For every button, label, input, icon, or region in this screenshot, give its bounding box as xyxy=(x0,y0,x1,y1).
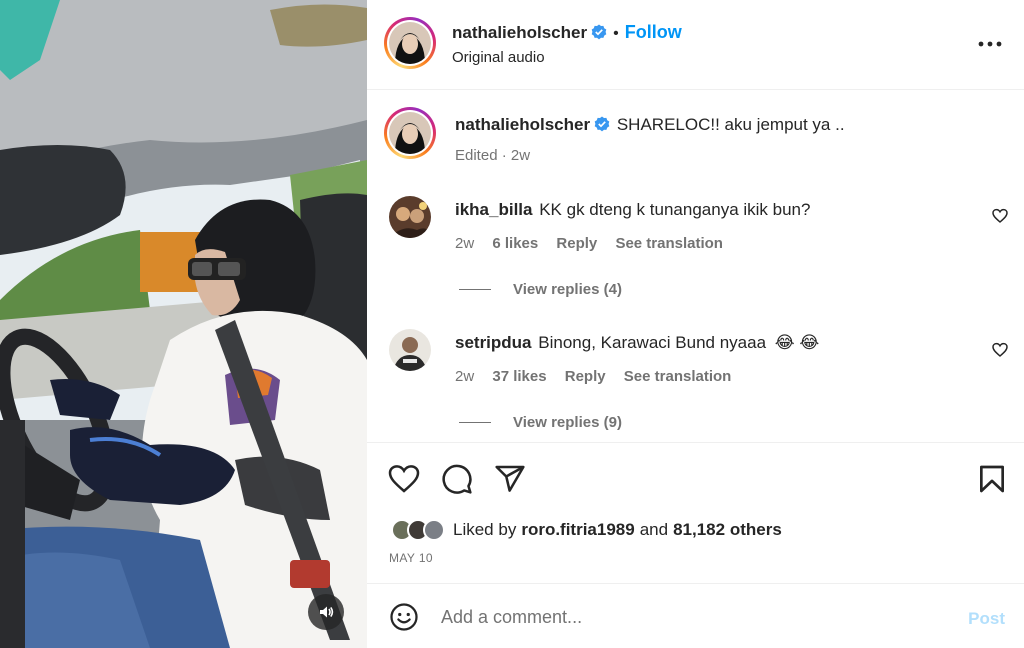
liked-by-others[interactable]: 81,182 others xyxy=(673,520,782,540)
author-avatar-image xyxy=(389,22,431,64)
comment-text: Binong, Karawaci Bund nyaaa xyxy=(538,333,767,352)
more-options-icon[interactable] xyxy=(978,35,1002,53)
author-username[interactable]: nathalieholscher xyxy=(452,23,587,42)
see-translation-link[interactable]: See translation xyxy=(624,368,732,385)
post-panel: nathalieholscher • Follow Original audio xyxy=(367,0,1024,648)
commenter-avatar[interactable] xyxy=(389,196,431,238)
see-translation-link[interactable]: See translation xyxy=(615,235,723,252)
commenter-avatar[interactable] xyxy=(389,329,431,371)
liked-by-user[interactable]: roro.fitria1989 xyxy=(521,520,634,540)
emoji-icon[interactable] xyxy=(389,602,419,632)
comment-username[interactable]: ikha_billa xyxy=(455,200,532,219)
comment-composer: Post xyxy=(367,583,1024,648)
author-avatar[interactable] xyxy=(384,17,436,69)
comment-meta: 2w 37 likes Reply See translation xyxy=(455,368,731,385)
liked-by-prefix: Liked by xyxy=(453,520,517,539)
post-header: nathalieholscher • Follow Original audio xyxy=(367,0,1024,90)
comment-meta: 2w 6 likes Reply See translation xyxy=(455,235,723,252)
caption-dot: · xyxy=(501,147,507,164)
share-icon[interactable] xyxy=(494,463,526,495)
caption-avatar-image xyxy=(389,112,431,154)
caption-avatar[interactable] xyxy=(384,107,436,159)
replies-line xyxy=(459,422,491,423)
liker-avatar xyxy=(423,519,445,541)
liker-avatars[interactable] xyxy=(391,519,445,541)
caption-username[interactable]: nathalieholscher xyxy=(455,115,590,134)
comment-likes[interactable]: 37 likes xyxy=(492,368,546,385)
view-replies-button[interactable]: View replies (4) xyxy=(459,281,622,298)
commenter-avatar-image xyxy=(389,196,431,238)
post-comment-button[interactable]: Post xyxy=(968,609,1005,629)
caption-time[interactable]: 2w xyxy=(511,147,530,164)
verified-badge-icon xyxy=(594,116,610,132)
mute-button[interactable] xyxy=(308,594,344,630)
liked-by: Liked by roro.fitria1989 and 81,182 othe… xyxy=(391,519,782,541)
comment-input[interactable] xyxy=(441,604,921,630)
heart-icon[interactable] xyxy=(992,208,1008,224)
commenter-avatar-image xyxy=(389,329,431,371)
comments-list[interactable]: nathalieholscher SHARELOC!! aku jemput y… xyxy=(367,91,1024,442)
liked-by-and: and xyxy=(639,520,669,539)
comment-username[interactable]: setripdua xyxy=(455,333,532,352)
video-frame xyxy=(0,0,367,648)
comment-text-row: ikha_billa KK gk dteng k tunanganya ikik… xyxy=(455,200,810,220)
comment-likes[interactable]: 6 likes xyxy=(492,235,538,252)
verified-badge-icon xyxy=(591,24,607,40)
heart-icon[interactable] xyxy=(388,463,420,495)
comment-text: KK gk dteng k tunanganya ikik bun? xyxy=(539,200,811,219)
reply-button[interactable]: Reply xyxy=(565,368,606,385)
caption-text-row: nathalieholscher SHARELOC!! aku jemput y… xyxy=(455,115,845,135)
view-replies-button[interactable]: View replies (9) xyxy=(459,414,622,431)
heart-icon[interactable] xyxy=(992,342,1008,358)
comment-time[interactable]: 2w xyxy=(455,235,474,252)
speaker-icon xyxy=(320,606,334,618)
comment-emoji: 😂 😂 xyxy=(774,333,820,352)
view-replies-label: View replies (4) xyxy=(513,281,622,298)
replies-line xyxy=(459,289,491,290)
post-date[interactable]: MAY 10 xyxy=(389,551,433,565)
reply-button[interactable]: Reply xyxy=(556,235,597,252)
follow-button[interactable]: Follow xyxy=(625,22,682,42)
caption-text: SHARELOC!! aku jemput ya .. xyxy=(616,115,845,134)
view-replies-label: View replies (9) xyxy=(513,414,622,431)
separator-dot: • xyxy=(613,25,619,42)
post-media[interactable] xyxy=(0,0,367,648)
caption-meta: Edited · 2w xyxy=(455,147,530,164)
audio-label[interactable]: Original audio xyxy=(452,49,545,66)
bookmark-icon[interactable] xyxy=(976,463,1008,495)
comment-time[interactable]: 2w xyxy=(455,368,474,385)
post-actions: Liked by roro.fitria1989 and 81,182 othe… xyxy=(367,442,1024,582)
caption-edited: Edited xyxy=(455,147,498,164)
comment-icon[interactable] xyxy=(441,463,473,495)
comment-text-row: setripdua Binong, Karawaci Bund nyaaa 😂 … xyxy=(455,333,819,353)
